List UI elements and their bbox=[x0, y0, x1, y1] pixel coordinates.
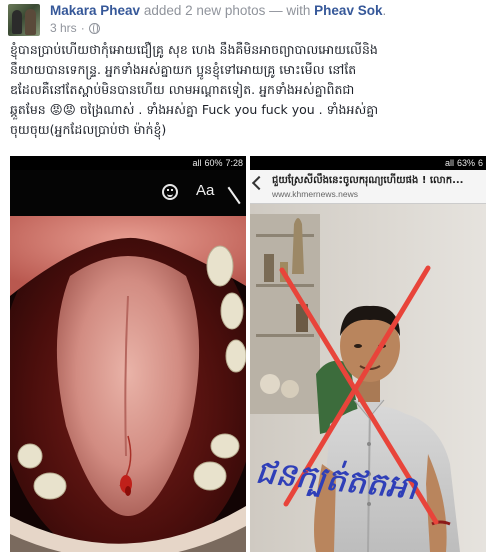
post-text-line: នឹយាយបានទេកន្រ្ទ. អ្នកទាំងអស់គ្នាយក ប្អូ… bbox=[10, 62, 357, 77]
editor-toolbar: Aa bbox=[10, 170, 246, 216]
back-arrow-icon bbox=[251, 175, 267, 191]
photo-mouth-screenshot[interactable]: all 60% 7:28 Aa bbox=[10, 156, 246, 552]
post-meta: 3 hrs · bbox=[50, 21, 100, 35]
clock-text: 6 bbox=[477, 158, 483, 168]
tagged-suffix: . bbox=[382, 3, 387, 18]
phone-status-bar: all 63% 6 bbox=[250, 156, 486, 170]
post-text-line: ឌ‌ដែលគឺនៅតែស្ពាប់មិនបានហើយ លាមអណ្ដាតទៀត.… bbox=[10, 82, 355, 97]
battery-text: 63% bbox=[456, 158, 475, 168]
news-site-header: ជួយស្រែសីលឹងនេះចូលករុណ្យហើយផង ! លោក... w… bbox=[250, 170, 486, 204]
post-timestamp[interactable]: 3 hrs bbox=[50, 21, 77, 35]
post-body-text: ខ្ញុំបានប្រាប់ហើយថាកុំអោយជឿគ្រូ សុខ ហេង … bbox=[10, 40, 484, 140]
clock-text: 7:28 bbox=[225, 158, 243, 168]
news-page-title: ជួយស្រែសីលឹងនេះចូលករុណ្យហើយផង ! លោក... bbox=[272, 175, 464, 186]
post-text-line: ចុយចុយ(អ្នកដែលប្រាប់ថា ម៉ាក់ខ្ញុំ) bbox=[10, 122, 167, 137]
author-name-link[interactable]: Makara Pheav bbox=[50, 3, 140, 18]
author-avatar[interactable] bbox=[8, 4, 40, 36]
man-photo: ជនក្បត់ឥតអា bbox=[250, 204, 486, 552]
battery-text: 60% bbox=[204, 158, 223, 168]
text-tool-button: Aa bbox=[196, 182, 215, 199]
pen-icon bbox=[227, 179, 246, 205]
post-text-line: ឆ្កួតមែន 😡😡 ចង្រៃណាស់ . ទាំងអស់គ្នា Fuck… bbox=[10, 102, 379, 117]
post-header: Makara Pheav added 2 new photos — with P… bbox=[8, 2, 484, 36]
smiley-icon bbox=[162, 184, 178, 200]
photo-news-screenshot[interactable]: all 63% 6 ជួយស្រែសីលឹងនេះចូលករុណ្យហើយផង … bbox=[250, 156, 486, 552]
tagged-user-link[interactable]: Pheav Sok bbox=[314, 3, 382, 18]
globe-icon[interactable] bbox=[88, 22, 100, 34]
phone-status-bar: all 60% 7:28 bbox=[10, 156, 246, 170]
post-action-text: added 2 new photos — with bbox=[140, 3, 315, 18]
news-page-url: www.khmernews.news bbox=[272, 189, 358, 199]
post-headline: Makara Pheav added 2 new photos — with P… bbox=[50, 3, 386, 18]
signal-text: all bbox=[192, 158, 202, 168]
post-text-line: ខ្ញុំបានប្រាប់ហើយថាកុំអោយជឿគ្រូ សុខ ហេង … bbox=[10, 42, 378, 57]
mouth-photo bbox=[10, 216, 246, 552]
signal-text: all bbox=[444, 158, 454, 168]
meta-separator: · bbox=[80, 21, 85, 35]
photo-grid: all 60% 7:28 Aa all 63% 6 ជួយស្រែសីលឹងនេ… bbox=[10, 156, 486, 552]
